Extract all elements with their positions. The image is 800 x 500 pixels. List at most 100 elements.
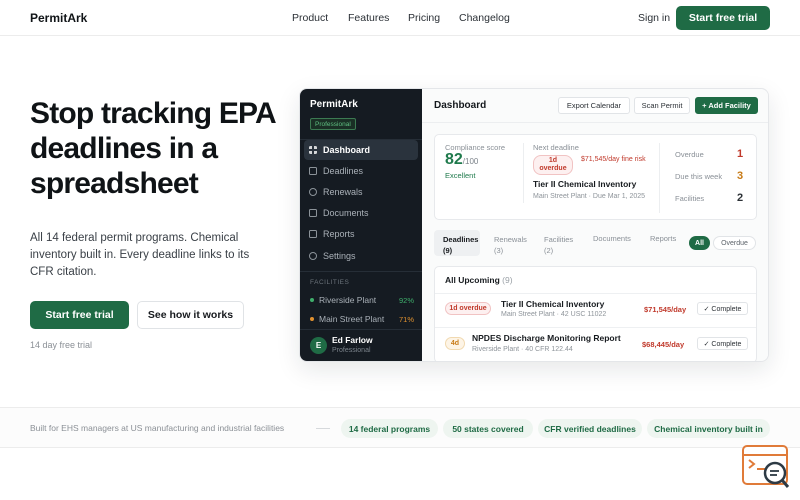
chart-icon	[309, 230, 317, 238]
app-main: Dashboard Export Calendar Scan Permit + …	[422, 89, 768, 361]
chat-search-icon	[742, 445, 790, 488]
app-sidebar: PermitArk Professional Dashboard Deadlin…	[300, 89, 422, 361]
facility-name: Main Street Plant	[319, 314, 385, 324]
calendar-icon	[309, 167, 317, 175]
sidebar-item-reports[interactable]: Reports	[304, 224, 418, 244]
facility-name: Riverside Plant	[319, 295, 377, 305]
next-deadline-title[interactable]: Tier II Chemical Inventory	[533, 179, 636, 189]
brand-logo[interactable]: PermitArk	[30, 11, 87, 25]
tab-count: (3)	[494, 246, 504, 255]
tab-label: Renewals	[494, 235, 527, 244]
gear-icon	[309, 252, 317, 260]
sidebar-item-renewals[interactable]: Renewals	[304, 182, 418, 202]
facility-pct: 71%	[398, 314, 414, 324]
complete-button[interactable]: ✓ Complete	[697, 337, 748, 350]
compliance-score: 82/100	[445, 151, 478, 169]
tab-documents[interactable]: Documents	[593, 233, 631, 244]
score-value: 82	[445, 151, 463, 168]
tab-label: Deadlines	[443, 235, 479, 244]
status-dot	[310, 298, 314, 302]
refresh-icon	[309, 188, 317, 196]
sidebar-item-label: Deadlines	[323, 166, 364, 176]
tab-renewals[interactable]: Renewals (3)	[494, 234, 527, 256]
trial-note: 14 day free trial	[30, 340, 93, 350]
tab-facilities[interactable]: Facilities (2)	[544, 234, 573, 256]
feature-tag: Chemical inventory built in	[647, 419, 770, 438]
header-divider	[422, 122, 768, 123]
export-calendar-button[interactable]: Export Calendar	[558, 97, 630, 114]
plan-badge: Professional	[310, 118, 356, 130]
hero-title: Stop tracking EPA deadlines in a spreads…	[30, 97, 276, 200]
status-dot	[310, 317, 314, 321]
page-title: Dashboard	[434, 100, 487, 111]
hero-subtitle: All 14 federal permit programs. Chemical…	[30, 232, 250, 278]
stat-due-week-value: 3	[737, 170, 744, 182]
tab-reports[interactable]: Reports	[650, 233, 676, 244]
scan-permit-button[interactable]: Scan Permit	[634, 97, 690, 114]
sidebar-brand: PermitArk	[310, 99, 358, 110]
sidebar-item-documents[interactable]: Documents	[304, 203, 418, 223]
list-heading: All Upcoming (9)	[445, 275, 513, 285]
row-status-badge: 4d	[445, 337, 465, 350]
sidebar-item-label: Settings	[323, 251, 356, 261]
nav-link-features[interactable]: Features	[348, 12, 389, 24]
facility-pct: 92%	[398, 295, 414, 305]
feature-tag: 50 states covered	[443, 419, 533, 438]
user-name: Ed Farlow	[332, 335, 373, 345]
row-title: NPDES Discharge Monitoring Report	[472, 333, 621, 343]
hero-start-trial-button[interactable]: Start free trial	[30, 301, 129, 329]
fine-risk-text: $71,545/day fine risk	[581, 156, 646, 163]
next-deadline-label: Next deadline	[533, 143, 579, 152]
stat-due-week-label: Due this week	[675, 172, 723, 181]
row-title: Tier II Chemical Inventory	[501, 299, 605, 309]
avatar[interactable]: E	[310, 337, 327, 354]
row-meta: Riverside Plant · 40 CFR 122.44	[472, 346, 573, 353]
sidebar-item-dashboard[interactable]: Dashboard	[304, 140, 418, 160]
nav-start-trial-button[interactable]: Start free trial	[676, 6, 770, 30]
score-max: /100	[462, 157, 479, 166]
trust-text: Built for EHS managers at US manufacturi…	[30, 423, 285, 433]
nav-link-product[interactable]: Product	[292, 12, 328, 24]
facility-item-riverside[interactable]: Riverside Plant 92%	[310, 295, 414, 305]
feature-tag: CFR verified deadlines	[538, 419, 642, 438]
row-status-badge: 1d overdue	[445, 302, 491, 315]
card-divider	[659, 143, 660, 213]
sign-in-link[interactable]: Sign in	[638, 12, 670, 24]
grid-icon	[309, 146, 317, 154]
row-divider	[435, 293, 756, 294]
complete-button[interactable]: ✓ Complete	[697, 302, 748, 315]
row-divider	[435, 327, 756, 328]
nav-link-changelog[interactable]: Changelog	[459, 12, 510, 24]
sidebar-divider	[300, 329, 422, 330]
tab-count: (2)	[544, 246, 554, 255]
sidebar-divider	[300, 271, 422, 272]
strip-divider	[316, 428, 330, 429]
next-deadline-meta: Main Street Plant · Due Mar 1, 2025	[533, 193, 646, 200]
see-how-it-works-button[interactable]: See how it works	[137, 301, 244, 329]
stat-facilities-value: 2	[737, 192, 744, 204]
filter-overdue-chip[interactable]: Overdue	[713, 236, 756, 250]
sidebar-item-label: Renewals	[323, 187, 363, 197]
tab-label: Facilities	[544, 235, 574, 244]
facility-item-main-street[interactable]: Main Street Plant 71%	[310, 314, 414, 324]
feature-tag: 14 federal programs	[341, 419, 438, 438]
add-facility-button[interactable]: + Add Facility	[695, 97, 758, 114]
chat-widget[interactable]	[741, 445, 791, 489]
stat-facilities-label: Facilities	[675, 194, 705, 203]
sidebar-item-deadlines[interactable]: Deadlines	[304, 161, 418, 181]
nav-link-pricing[interactable]: Pricing	[408, 12, 440, 24]
document-icon	[309, 209, 317, 217]
user-role: Professional	[332, 347, 371, 354]
facilities-heading: FACILITIES	[310, 279, 350, 286]
list-count: (9)	[502, 275, 513, 285]
tab-deadlines[interactable]: Deadlines (9)	[443, 234, 478, 256]
row-fine: $71,545/day	[644, 305, 687, 314]
stat-overdue-value: 1	[737, 148, 744, 160]
sidebar-item-settings[interactable]: Settings	[304, 246, 418, 266]
card-divider	[523, 143, 524, 203]
app-preview: PermitArk Professional Dashboard Deadlin…	[299, 88, 769, 362]
row-meta: Main Street Plant · 42 USC 11022	[501, 311, 607, 318]
filter-all-chip[interactable]: All	[689, 236, 710, 250]
top-nav: PermitArk Product Features Pricing Chang…	[0, 0, 800, 36]
trust-strip: Built for EHS managers at US manufacturi…	[0, 407, 800, 448]
